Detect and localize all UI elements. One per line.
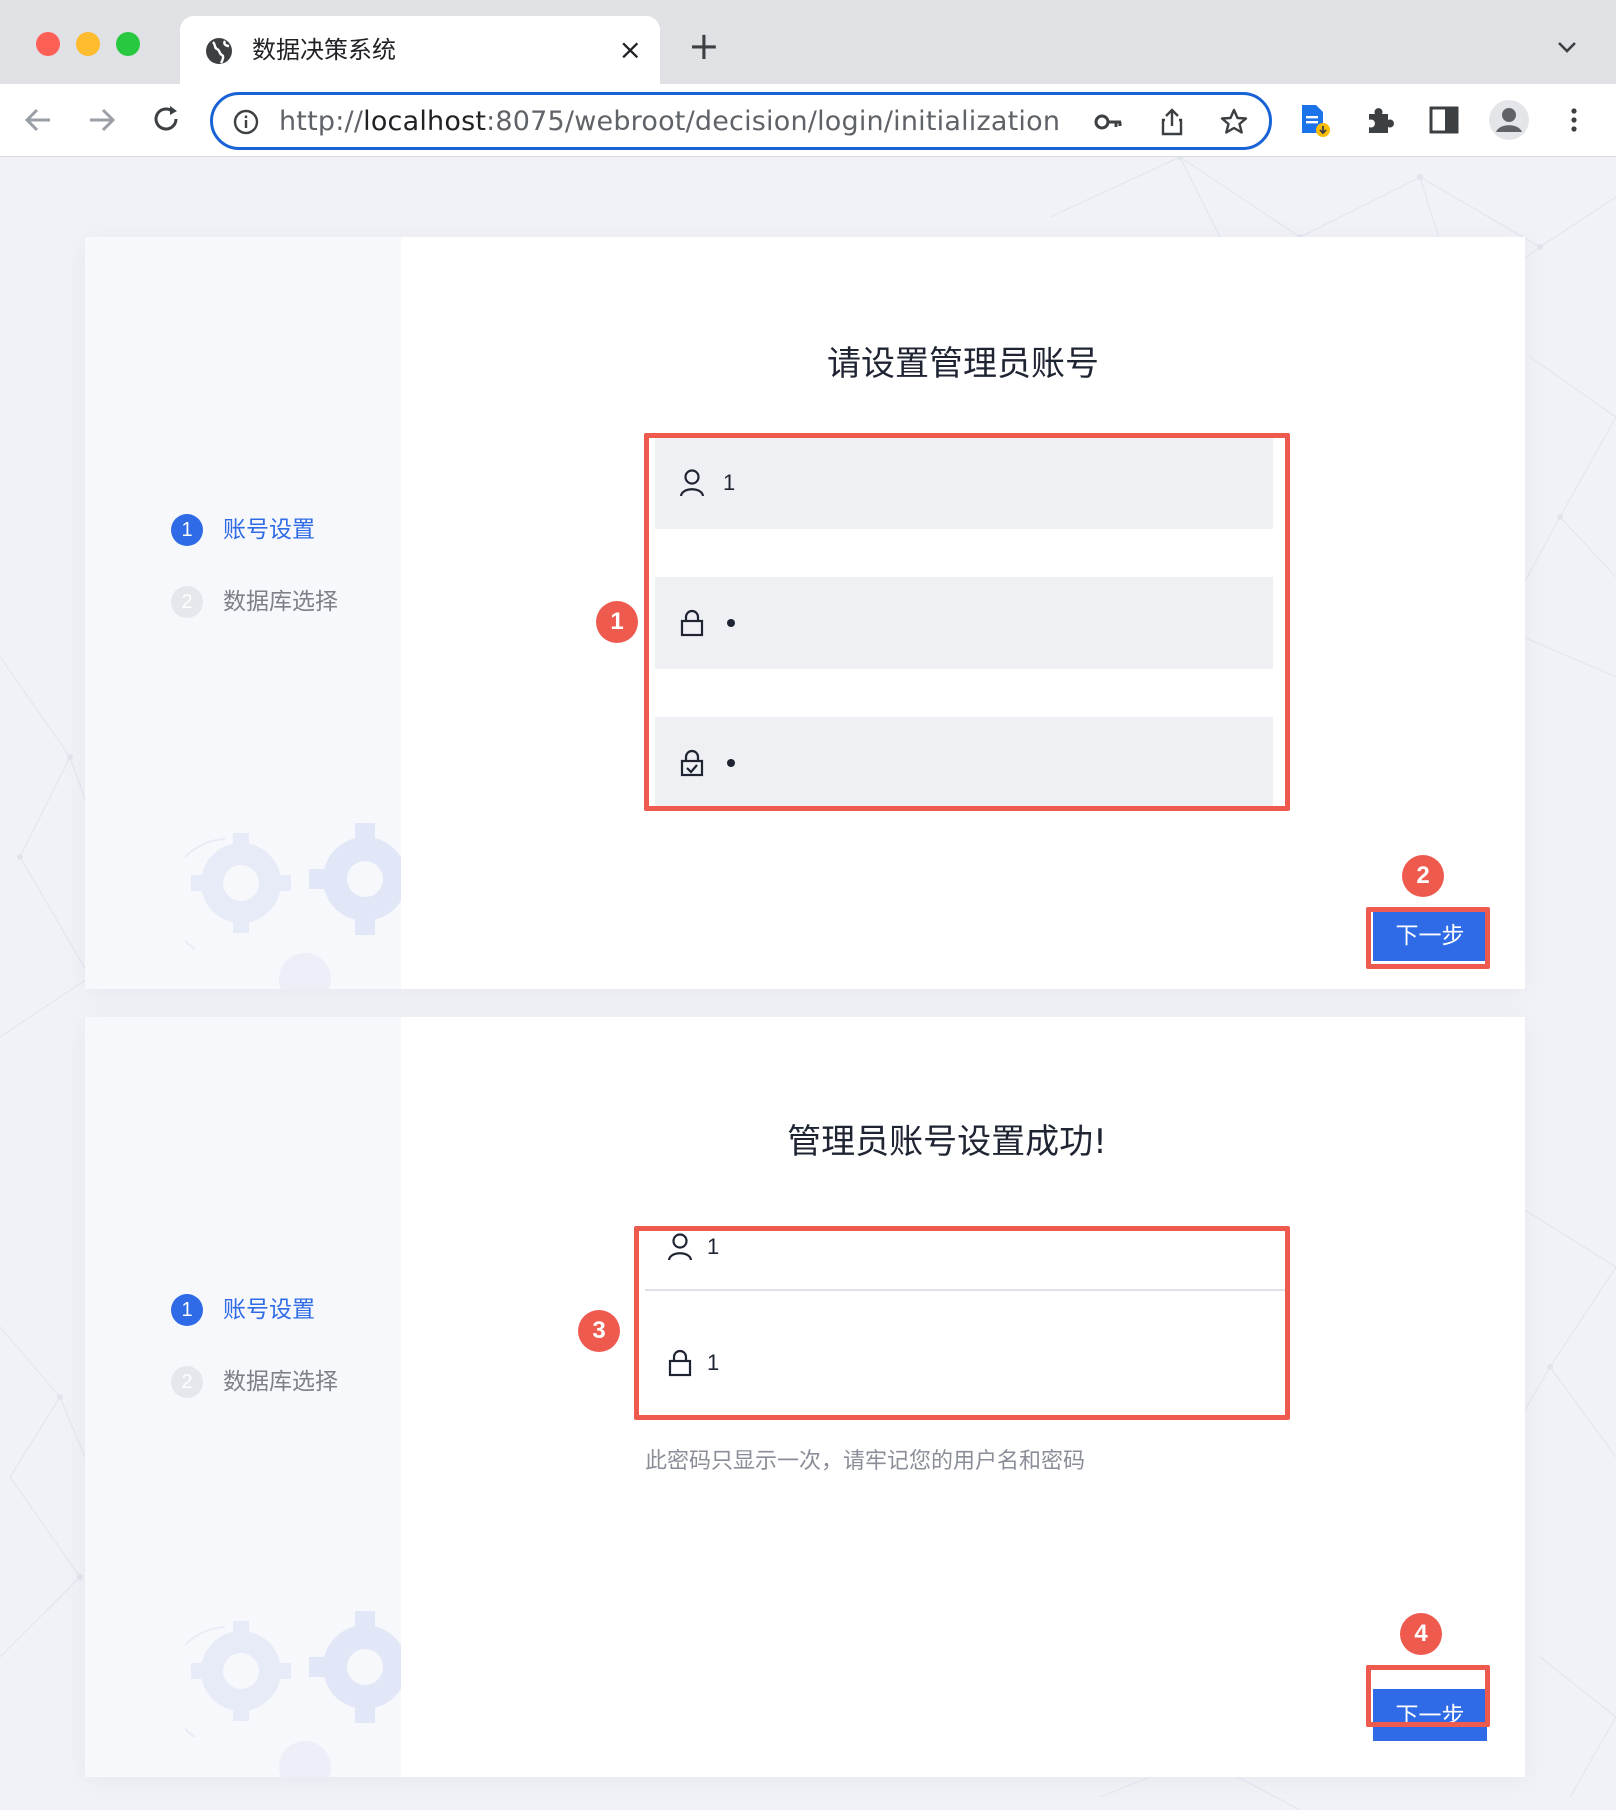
globe-icon	[206, 38, 232, 64]
gears-decoration-icon	[185, 823, 401, 989]
annotation-badge: 2	[1402, 855, 1444, 897]
chevron-down-icon[interactable]	[1556, 36, 1578, 58]
browser-chrome: 数据决策系统 × + http://localhost:8075/webroot…	[0, 0, 1616, 157]
annotation-box-next-button	[1366, 907, 1490, 969]
tab-close-icon[interactable]: ×	[619, 34, 642, 66]
annotation-box-account-fields	[644, 433, 1290, 811]
step-number: 1	[171, 1294, 203, 1326]
browser-tab[interactable]: 数据决策系统 ×	[180, 16, 660, 84]
annotation-badge: 4	[1400, 1613, 1442, 1655]
annotation-box-credentials	[634, 1226, 1290, 1420]
info-icon[interactable]	[233, 109, 259, 135]
annotation-box-next-button	[1366, 1665, 1490, 1727]
more-menu-icon[interactable]	[1556, 102, 1592, 138]
gears-decoration-icon	[185, 1611, 401, 1777]
step-label: 数据库选择	[223, 1369, 338, 1395]
share-icon[interactable]	[1157, 107, 1187, 137]
page-content: 1 账号设置 2 数据库选择 请设置管理员账号 1 下一步 1 账号设置 2 数…	[0, 157, 1616, 1810]
page-title: 请设置管理员账号	[827, 344, 1099, 384]
document-extension-icon[interactable]	[1296, 102, 1332, 138]
tab-title: 数据决策系统	[252, 36, 396, 64]
browser-toolbar: http://localhost:8075/webroot/decision/l…	[0, 84, 1616, 157]
annotation-badge: 3	[578, 1310, 620, 1352]
step-account-settings[interactable]: 1 账号设置	[171, 1294, 315, 1326]
minimize-window-button[interactable]	[76, 32, 100, 56]
steps-sidebar: 1 账号设置 2 数据库选择	[85, 237, 401, 989]
url-text: http://localhost:8075/webroot/decision/l…	[279, 106, 1061, 137]
key-icon[interactable]	[1093, 107, 1123, 137]
maximize-window-button[interactable]	[116, 32, 140, 56]
step-label: 账号设置	[223, 517, 315, 543]
side-panel-icon[interactable]	[1426, 102, 1462, 138]
success-title: 管理员账号设置成功!	[787, 1122, 1107, 1162]
address-bar[interactable]: http://localhost:8075/webroot/decision/l…	[210, 92, 1272, 150]
new-tab-button[interactable]: +	[688, 26, 720, 66]
close-window-button[interactable]	[36, 32, 60, 56]
step-database-select[interactable]: 2 数据库选择	[171, 586, 338, 618]
forward-arrow-icon[interactable]	[84, 102, 120, 138]
step-number: 2	[171, 586, 203, 618]
reload-icon[interactable]	[148, 102, 184, 138]
annotation-badge: 1	[596, 601, 638, 643]
step-label: 账号设置	[223, 1297, 315, 1323]
extensions-puzzle-icon[interactable]	[1362, 102, 1398, 138]
step-account-settings[interactable]: 1 账号设置	[171, 514, 315, 546]
back-arrow-icon[interactable]	[20, 102, 56, 138]
step-database-select[interactable]: 2 数据库选择	[171, 1366, 338, 1398]
step-label: 数据库选择	[223, 589, 338, 615]
password-hint-text: 此密码只显示一次，请牢记您的用户名和密码	[645, 1449, 1086, 1474]
steps-sidebar: 1 账号设置 2 数据库选择	[85, 1017, 401, 1777]
star-icon[interactable]	[1219, 107, 1249, 137]
profile-avatar-icon[interactable]	[1488, 99, 1530, 141]
step-number: 2	[171, 1366, 203, 1398]
step-number: 1	[171, 514, 203, 546]
